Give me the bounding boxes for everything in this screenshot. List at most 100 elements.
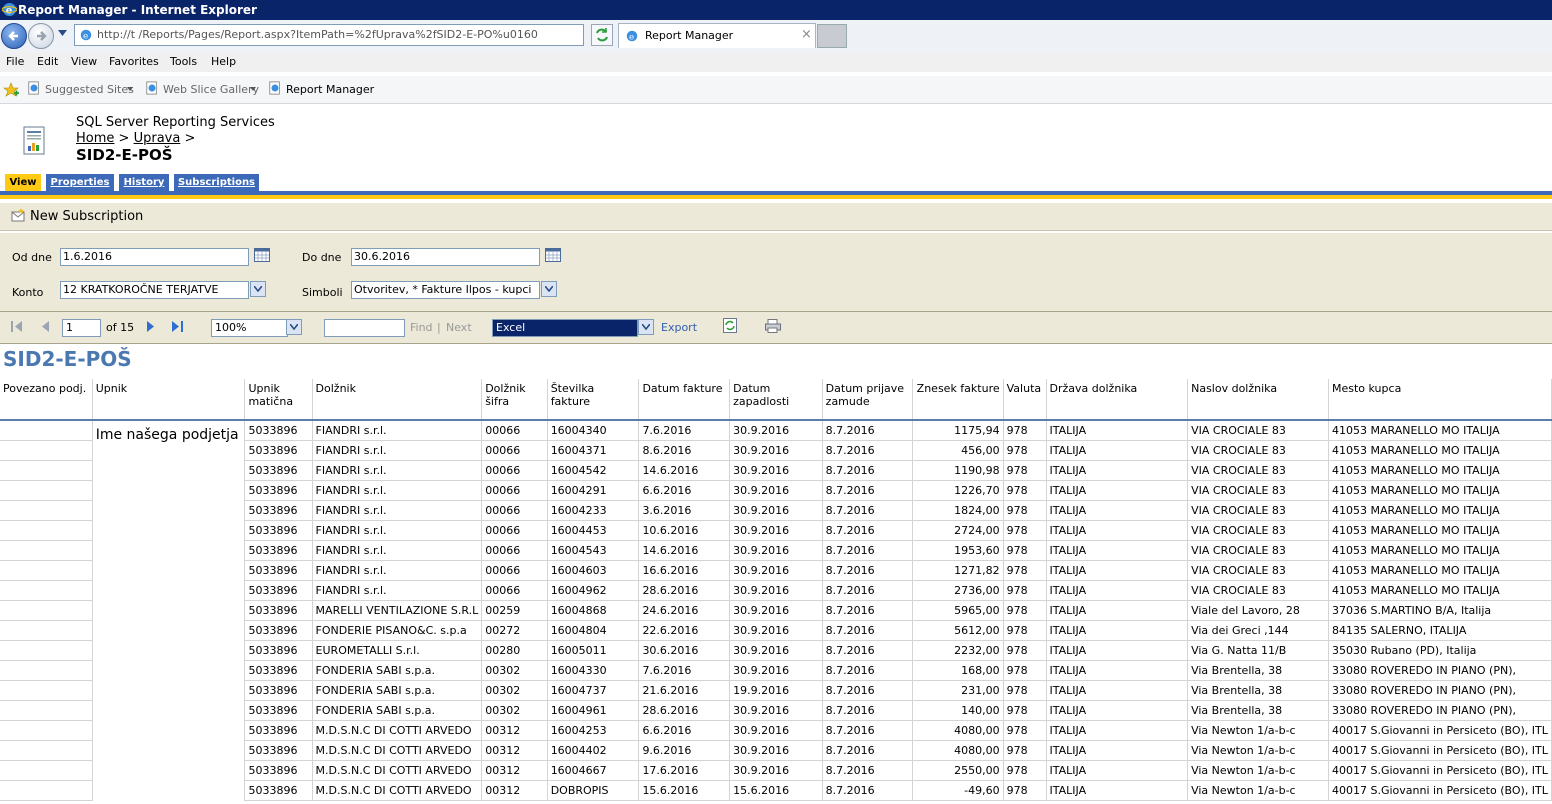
new-tab-button[interactable] <box>817 24 847 48</box>
zoom-select[interactable]: 100% <box>211 319 288 337</box>
table-cell: 30.9.2016 <box>729 720 823 741</box>
tab-subscriptions[interactable]: Subscriptions <box>174 174 259 191</box>
menu-favorites[interactable]: Favorites <box>109 55 159 68</box>
table-cell: 16004233 <box>547 500 640 521</box>
back-button[interactable] <box>1 23 27 49</box>
new-subscription-icon[interactable] <box>11 208 26 222</box>
table-cell: 15.6.2016 <box>638 780 731 801</box>
browser-tab-label: Report Manager <box>645 29 734 42</box>
menu-tools[interactable]: Tools <box>170 55 197 68</box>
favorite-report-manager[interactable]: Report Manager <box>286 83 374 96</box>
address-field[interactable]: e http://t /Reports/Pages/Report.aspx?It… <box>74 24 653 46</box>
menu-view[interactable]: View <box>71 55 97 68</box>
page-icon <box>28 81 39 95</box>
export-format-dropdown-button[interactable] <box>638 319 654 335</box>
table-cell: 8.7.2016 <box>822 760 913 781</box>
povezano-cell <box>0 540 93 561</box>
table-cell: 5033896 <box>244 780 313 801</box>
address-toolbar: e http://t /Reports/Pages/Report.aspx?It… <box>0 20 1552 53</box>
povezano-cell <box>0 780 93 801</box>
table-cell: 30.9.2016 <box>729 540 823 561</box>
arrow-left-icon <box>8 31 18 41</box>
browser-tab[interactable]: e Report Manager × <box>618 23 816 48</box>
refresh-button[interactable] <box>591 24 613 46</box>
menu-edit[interactable]: Edit <box>37 55 58 68</box>
zoom-dropdown-button[interactable] <box>286 319 302 335</box>
favorite-suggested-sites[interactable]: Suggested Sites <box>45 83 134 96</box>
table-cell: 1271,82 <box>912 560 1004 581</box>
calendar-icon[interactable] <box>254 248 270 262</box>
previous-page-icon[interactable] <box>41 321 49 332</box>
menu-file[interactable]: File <box>6 55 24 68</box>
table-cell: 00312 <box>481 720 548 741</box>
chevron-down-icon[interactable] <box>250 87 256 91</box>
favorites-star-icon[interactable] <box>3 82 19 98</box>
table-cell: 16004291 <box>547 480 640 501</box>
konto-select[interactable]: 12 KRATKOROČNE TERJATVE <box>60 281 249 299</box>
table-cell: 16004253 <box>547 720 640 741</box>
breadcrumb: Home > Uprava > <box>76 131 195 146</box>
table-cell: 978 <box>1003 460 1047 481</box>
print-icon[interactable] <box>765 319 781 333</box>
konto-dropdown-button[interactable] <box>250 281 266 297</box>
breadcrumb-uprava[interactable]: Uprava <box>134 131 181 146</box>
table-cell: 30.9.2016 <box>729 500 823 521</box>
povezano-cell <box>0 700 93 721</box>
favorite-web-slice-gallery[interactable]: Web Slice Gallery <box>163 83 259 96</box>
export-format-select[interactable]: Excel <box>492 319 638 337</box>
table-cell: 41053 MARANELLO MO ITALIJA <box>1328 460 1552 481</box>
column-header: Naslov dolžnika <box>1187 379 1329 421</box>
table-cell: ITALIJA <box>1046 680 1189 701</box>
table-cell: FIANDRI s.r.l. <box>312 580 483 601</box>
table-cell: FONDERIA SABI s.p.a. <box>312 660 483 681</box>
next-page-icon[interactable] <box>147 321 155 332</box>
last-page-icon[interactable] <box>172 321 184 332</box>
tab-view[interactable]: View <box>5 174 41 191</box>
favorites-bar: Suggested Sites Web Slice Gallery Report… <box>0 76 1552 104</box>
refresh-report-icon[interactable] <box>723 318 737 333</box>
report-toolbar: 1 of 15 100% Find | Next Excel Export <box>0 312 1552 344</box>
table-cell: 00272 <box>481 620 548 641</box>
menu-help[interactable]: Help <box>211 55 236 68</box>
to-date-input[interactable]: 30.6.2016 <box>351 248 540 266</box>
table-cell: 978 <box>1003 420 1047 441</box>
column-header: Država dolžnika <box>1046 379 1189 421</box>
tab-history[interactable]: History <box>119 174 169 191</box>
table-cell: ITALIJA <box>1046 440 1189 461</box>
first-page-icon[interactable] <box>11 321 23 332</box>
new-subscription-button[interactable]: New Subscription <box>30 209 143 224</box>
column-header: Znesek fakture <box>912 379 1004 421</box>
find-input[interactable] <box>324 319 405 337</box>
table-cell: 1190,98 <box>912 460 1004 481</box>
table-cell: 8.7.2016 <box>822 600 913 621</box>
table-cell: 35030 Rubano (PD), Italija <box>1328 640 1552 661</box>
table-cell: VIA CROCIALE 83 <box>1187 580 1329 601</box>
chevron-down-icon[interactable] <box>127 87 133 91</box>
find-next-link[interactable]: Next <box>446 321 472 334</box>
recent-pages-dropdown-icon[interactable] <box>58 30 67 36</box>
from-date-input[interactable]: 1.6.2016 <box>60 248 249 266</box>
forward-button[interactable] <box>28 23 54 49</box>
calendar-icon[interactable] <box>545 248 561 262</box>
page-number-input[interactable]: 1 <box>62 319 101 337</box>
table-cell: 5033896 <box>244 480 313 501</box>
povezano-cell <box>0 720 93 741</box>
table-cell: 16004543 <box>547 540 640 561</box>
window-title: Report Manager - Internet Explorer <box>18 3 257 17</box>
table-cell: 17.6.2016 <box>638 760 731 781</box>
table-cell: FIANDRI s.r.l. <box>312 560 483 581</box>
table-cell: 30.9.2016 <box>729 420 823 441</box>
export-link[interactable]: Export <box>661 321 697 334</box>
symbols-dropdown-button[interactable] <box>541 281 557 297</box>
find-link[interactable]: Find <box>410 321 433 334</box>
symbols-select[interactable]: Otvoritev, * Fakture Ilpos - kupci <box>351 281 540 299</box>
table-cell: 37036 S.MARTINO B/A, Italija <box>1328 600 1552 621</box>
breadcrumb-home[interactable]: Home <box>76 131 114 146</box>
tab-properties[interactable]: Properties <box>46 174 114 191</box>
povezano-cell <box>0 680 93 701</box>
close-tab-icon[interactable]: × <box>801 27 812 42</box>
table-cell: 16004804 <box>547 620 640 641</box>
page-icon <box>269 81 280 95</box>
table-cell: 978 <box>1003 520 1047 541</box>
povezano-cell <box>0 660 93 681</box>
